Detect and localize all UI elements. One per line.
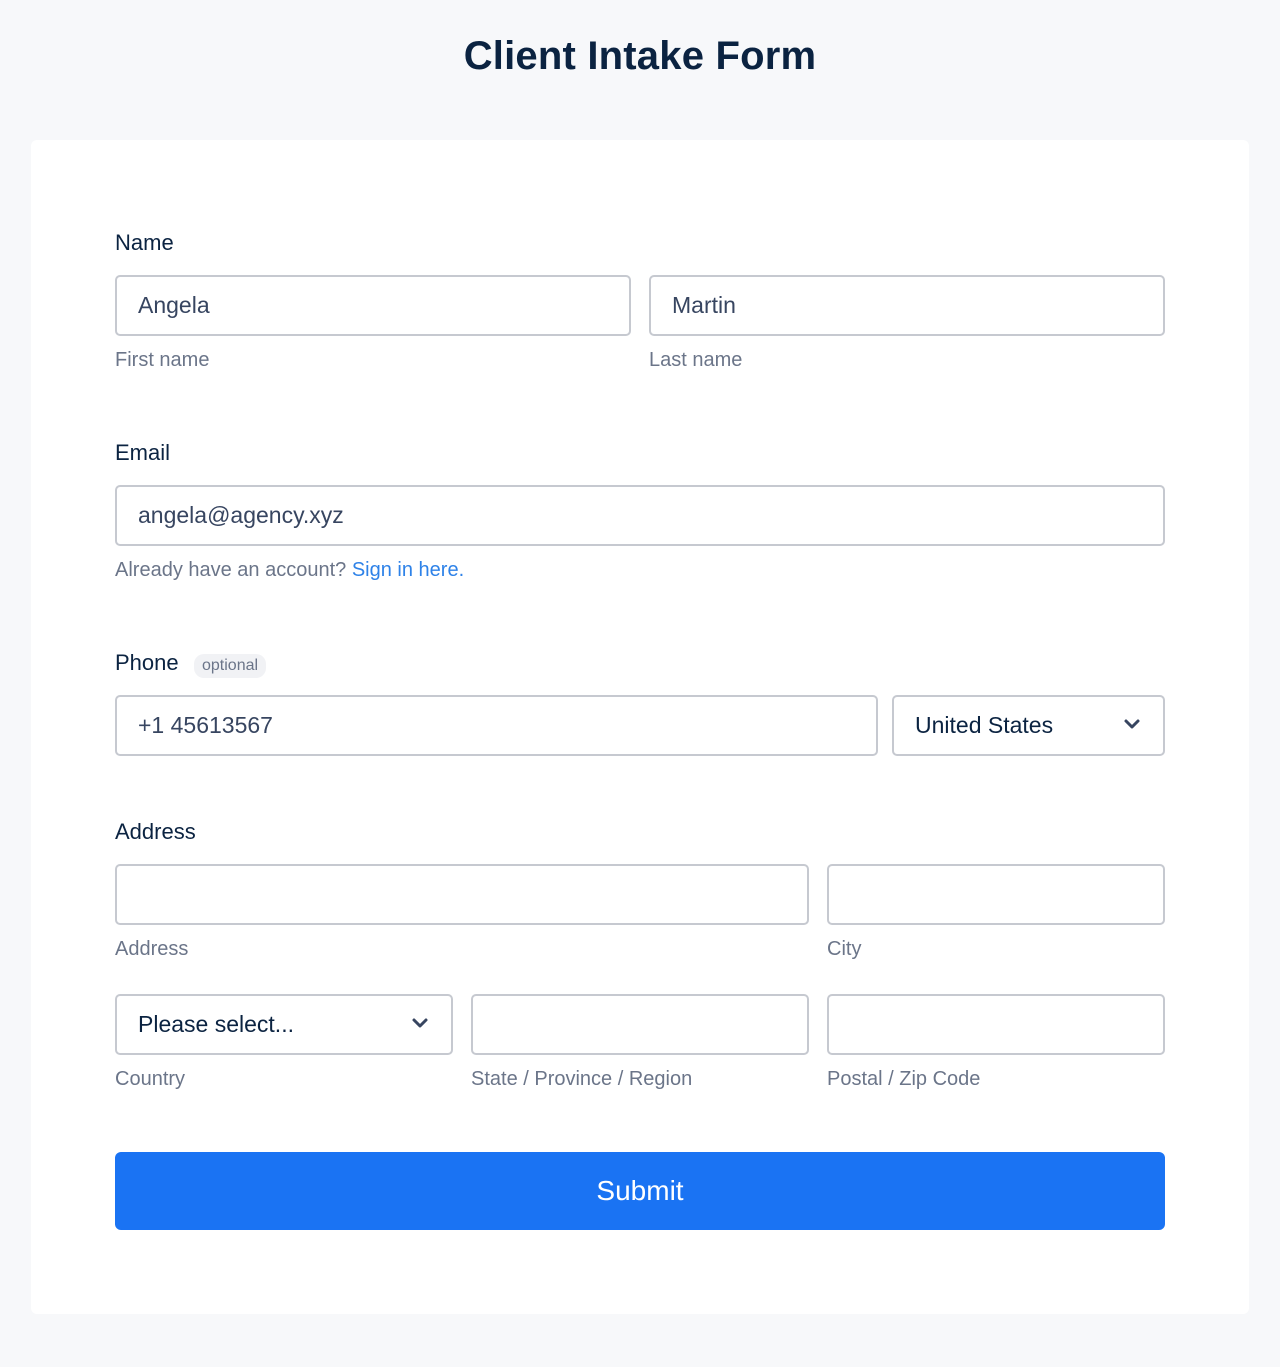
- city-input[interactable]: [827, 864, 1165, 925]
- country-select-value: Please select...: [138, 1011, 294, 1037]
- last-name-sublabel: Last name: [649, 349, 743, 371]
- phone-input[interactable]: +1 45613567: [115, 695, 878, 756]
- email-input[interactable]: angela@agency.xyz: [115, 485, 1165, 546]
- first-name-sublabel: First name: [115, 349, 210, 371]
- street-address-input[interactable]: [115, 864, 809, 925]
- state-sublabel: State / Province / Region: [471, 1068, 693, 1090]
- phone-country-select[interactable]: United States: [892, 695, 1165, 756]
- postal-code-input[interactable]: [827, 994, 1165, 1055]
- email-hint: Already have an account? Sign in here.: [115, 559, 464, 582]
- submit-button[interactable]: Submit: [115, 1152, 1165, 1230]
- phone-country-value: United States: [915, 712, 1054, 738]
- country-select[interactable]: Please select...: [115, 994, 453, 1055]
- chevron-down-icon: [412, 1018, 428, 1028]
- phone-label: Phone: [115, 650, 179, 675]
- state-input[interactable]: [471, 994, 809, 1055]
- city-sublabel: City: [827, 938, 862, 960]
- email-label: Email: [115, 440, 171, 465]
- sign-in-period: .: [458, 559, 465, 581]
- name-label: Name: [115, 230, 174, 255]
- optional-badge: optional: [194, 654, 267, 678]
- last-name-input[interactable]: Martin: [649, 275, 1165, 336]
- address-label: Address: [115, 819, 196, 844]
- chevron-down-icon: [1124, 719, 1140, 729]
- email-hint-text: Already have an account?: [115, 559, 347, 581]
- country-sublabel: Country: [115, 1068, 186, 1090]
- street-address-sublabel: Address: [115, 938, 189, 960]
- first-name-input[interactable]: Angela: [115, 275, 631, 336]
- postal-code-sublabel: Postal / Zip Code: [827, 1068, 981, 1090]
- page-title: Client Intake Form: [463, 34, 817, 78]
- sign-in-link[interactable]: Sign in here: [352, 559, 459, 581]
